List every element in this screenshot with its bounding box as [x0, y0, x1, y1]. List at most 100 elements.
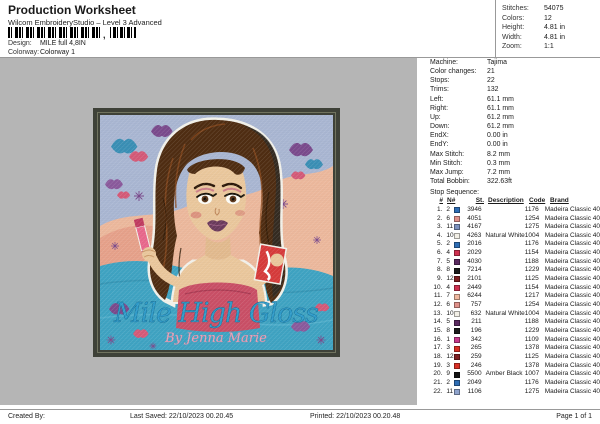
- thread-color-chip: [454, 328, 461, 335]
- thread-color-chip: [454, 345, 461, 352]
- needle-number: 10: [446, 231, 454, 239]
- stitch-count: 4263: [466, 231, 482, 239]
- thread-code: 1109: [524, 335, 539, 343]
- thread-color-chip: [454, 380, 461, 387]
- thread-color-chip: [454, 354, 461, 361]
- thread-brand: Madeira Classic 40: [544, 361, 600, 369]
- stat-label: Width:: [502, 33, 522, 41]
- thread-code: 1378: [524, 361, 540, 369]
- machine-info-label: Color changes:: [430, 68, 477, 76]
- thread-color-chip: [454, 224, 461, 231]
- thread-color-chip: [454, 259, 461, 266]
- thread-brand: Madeira Classic 40: [544, 378, 600, 386]
- needle-number: 7: [446, 292, 451, 300]
- machine-info-value: 21: [487, 68, 495, 76]
- thread-color-swatch: [454, 293, 464, 300]
- machine-info-label: Machine:: [430, 59, 458, 66]
- stitch-count: 6244: [467, 292, 482, 300]
- design-barcode: ,: [8, 27, 136, 40]
- thread-brand: Madeira Classic 40: [544, 318, 600, 326]
- stitch-count: 4167: [467, 223, 482, 231]
- stop-sequence-row: 3. 11 4167 1275 Madeira Classic 40: [430, 223, 600, 232]
- machine-info-row: Down: 61.2 mm: [430, 122, 600, 131]
- thread-code: 1188: [524, 318, 539, 326]
- stop-sequence-row: 7. 5 4030 1188 Madeira Classic 40: [430, 258, 600, 267]
- stitch-count: 2029: [467, 249, 482, 257]
- thread-code: 1176: [524, 205, 539, 213]
- machine-info-label: Min Stitch:: [430, 159, 463, 167]
- stitch-count: 632: [470, 309, 482, 317]
- stitch-count: 4051: [467, 214, 482, 222]
- machine-info-label: Stops:: [430, 77, 450, 85]
- stitch-count: 259: [470, 353, 482, 360]
- thread-color-chip: [453, 311, 460, 318]
- stop-number: 1.: [436, 205, 443, 213]
- machine-info-row: Color changes: 21: [430, 67, 600, 76]
- needle-number: 3: [446, 361, 451, 369]
- column-header: Code: [529, 197, 546, 205]
- thread-color-swatch: [454, 345, 464, 352]
- machine-info-label: Max Jump:: [430, 168, 464, 176]
- stop-sequence-rows: 1. 2 3946 1176 Madeira Classic 40 2. 6 4051 1254…: [430, 206, 600, 396]
- thread-color-swatch: [453, 233, 463, 240]
- stitch-count: 2449: [467, 283, 482, 291]
- machine-info-row: Machine: Tajima: [430, 58, 600, 67]
- thread-brand: Madeira Classic 40: [544, 353, 600, 360]
- needle-number: 10: [446, 309, 454, 317]
- stop-sequence-row: 17. 3 265 1378 Madeira Classic 40: [430, 344, 600, 353]
- stop-sequence-row: 20. 9 5500 Amber Black 1007 Madeira Classic 4…: [430, 370, 600, 379]
- thread-brand: Madeira Classic 40: [544, 370, 600, 378]
- stop-sequence-row: 18. 12 259 1125 Madeira Classic 40: [430, 353, 600, 362]
- machine-info-value: 61.2 mm: [487, 113, 514, 121]
- machine-info-row: Min Stitch: 0.3 mm: [430, 159, 600, 168]
- thread-color-swatch: [453, 311, 463, 318]
- column-header: #: [439, 197, 443, 205]
- design-preview-image: Mile High Gloss By Jenna Marie: [93, 108, 340, 357]
- thread-color-chip: [454, 215, 461, 222]
- stop-number: 12.: [433, 301, 443, 309]
- needle-number: 11: [446, 387, 454, 395]
- needle-number: 4: [446, 249, 451, 257]
- stat-label: Height:: [502, 24, 525, 32]
- stitch-count: 196: [470, 327, 482, 335]
- stop-number: 3.: [436, 223, 443, 231]
- needle-number: 5: [446, 318, 451, 326]
- stop-number: 16.: [433, 335, 443, 343]
- app-subtitle: Wilcom EmbroideryStudio – Level 3 Advanc…: [8, 18, 162, 27]
- machine-info-label: EndX:: [430, 132, 449, 140]
- thread-description: Natural White: [485, 231, 525, 239]
- thread-color-swatch: [454, 241, 464, 248]
- thread-color-chip: [453, 233, 460, 240]
- stat-line: Height: 4.81 in: [502, 23, 600, 33]
- stitch-count: 2016: [467, 240, 482, 248]
- thread-code: 1229: [524, 327, 540, 335]
- machine-info-row: Stops: 22: [430, 76, 600, 85]
- machine-info-value: 7.2 mm: [487, 168, 510, 176]
- machine-info-label: Up:: [430, 113, 441, 121]
- stop-number: 5.: [436, 240, 443, 248]
- machine-info-value: 322.63ft: [487, 178, 512, 186]
- page-title: Production Worksheet: [8, 3, 136, 17]
- thread-color-swatch: [454, 276, 464, 283]
- machine-info-row: Total Bobbin: 322.63ft: [430, 177, 600, 186]
- needle-number: 8: [446, 266, 451, 274]
- machine-info-label: Trims:: [430, 86, 449, 94]
- needle-number: 5: [446, 257, 451, 265]
- thread-color-swatch: [454, 380, 464, 387]
- column-header: St.: [475, 197, 484, 205]
- stat-value: 1:1: [544, 43, 554, 51]
- thread-brand: Madeira Classic 40: [544, 231, 600, 239]
- stop-sequence-header: # N# St. Description Code Brand: [430, 197, 600, 206]
- thread-color-chip: [454, 276, 461, 283]
- thread-code: 1154: [524, 283, 539, 291]
- machine-info-value: 61.1 mm: [487, 95, 514, 103]
- thread-brand: Madeira Classic 40: [544, 266, 600, 274]
- stop-sequence-row: 8. 8 7214 1229 Madeira Classic 40: [430, 266, 600, 275]
- stop-sequence-row: 16. 1 342 1109 Madeira Classic 40: [430, 336, 600, 345]
- thread-color-chip: [454, 241, 461, 248]
- barcode-bars-left: [8, 27, 103, 38]
- column-header: N#: [447, 197, 456, 205]
- stat-value: 12: [544, 14, 552, 22]
- thread-color-swatch: [454, 371, 464, 378]
- created-by-label: Created By:: [8, 413, 45, 420]
